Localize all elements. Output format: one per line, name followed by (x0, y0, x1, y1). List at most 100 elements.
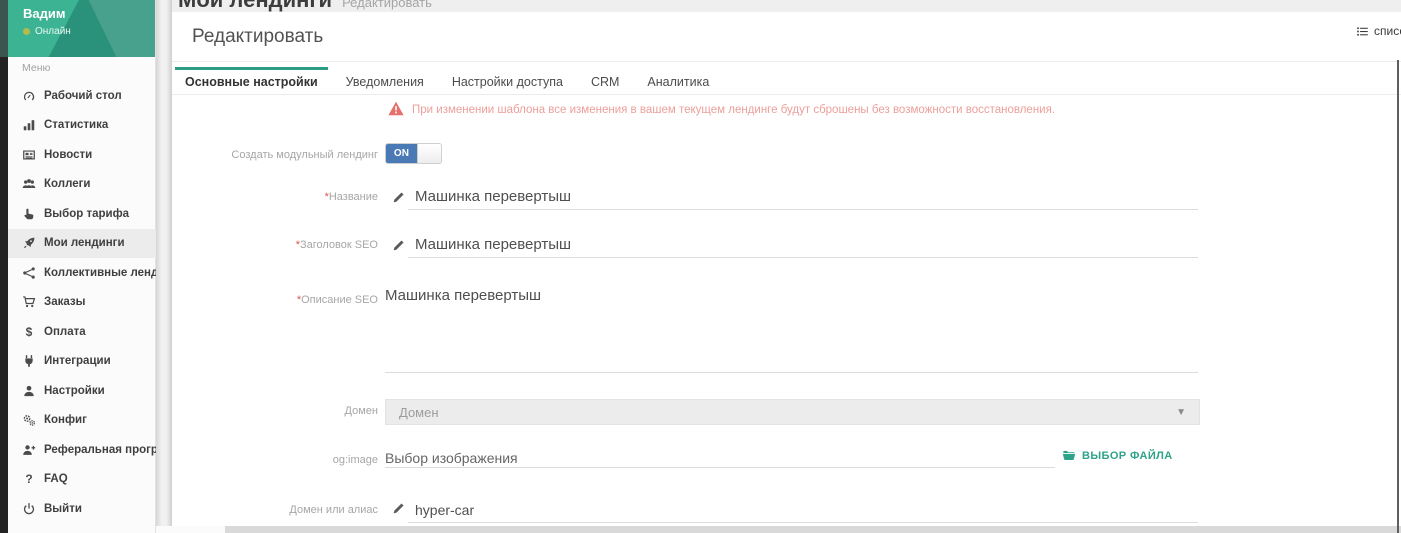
warning-message: При изменении шаблона все изменения в ва… (412, 104, 1055, 116)
domain-alias-input[interactable] (408, 497, 1198, 523)
sidebar-item-label: Конфиг (44, 414, 87, 426)
chevron-down-icon: ▼ (1176, 407, 1186, 418)
sidebar-item-3[interactable]: Новости (8, 140, 156, 170)
horizontal-scrollbar-thumb[interactable] (225, 526, 1401, 533)
tab-1[interactable]: Основные настройки (175, 67, 328, 94)
sidebar-item-6[interactable]: Мои лендинги (8, 229, 156, 259)
vertical-scrollbar[interactable] (1397, 60, 1399, 533)
sidebar-item-label: Заказы (44, 296, 85, 308)
folder-icon (1062, 449, 1076, 462)
user-plus-icon (22, 443, 36, 457)
dashboard-icon (22, 89, 36, 103)
list-icon (1356, 25, 1369, 38)
warning-triangle-icon (388, 101, 404, 116)
field-label-domain: Домен (158, 405, 378, 417)
page-subtitle: Редактировать (342, 0, 432, 10)
field-label-name: *Название (158, 191, 378, 203)
question-icon: ? (22, 472, 36, 486)
hand-pointer-icon (22, 207, 36, 221)
page-title: Мои лендинги (178, 0, 332, 12)
choose-file-button[interactable]: ВЫБОР ФАЙЛА (1062, 449, 1173, 462)
sidebar-item-1[interactable]: Рабочий стол (8, 81, 156, 111)
pencil-icon (392, 191, 405, 204)
sidebar-item-11[interactable]: Настройки (8, 376, 156, 406)
field-label-og-image: og:image (158, 454, 378, 466)
pencil-icon (392, 239, 405, 252)
online-status-dot-icon (23, 28, 30, 35)
users-icon (22, 177, 36, 191)
sidebar-item-10[interactable]: Интеграции (8, 347, 156, 377)
choose-file-button-label: ВЫБОР ФАЙЛА (1082, 450, 1173, 462)
sidebar-item-label: Мои лендинги (44, 237, 125, 249)
field-label-modular: Создать модульный лендинг (158, 149, 378, 161)
user-name: Вадим (23, 6, 65, 21)
plug-icon (22, 354, 36, 368)
sidebar-item-label: Оплата (44, 326, 86, 338)
tab-2[interactable]: Уведомления (336, 67, 434, 94)
user-status: Онлайн (23, 26, 71, 37)
tab-label: Основные настройки (185, 75, 318, 89)
seo-description-textarea[interactable]: Машинка перевертыш (385, 287, 1198, 373)
window-left-edge (0, 0, 8, 533)
list-view-button[interactable]: список (1356, 24, 1401, 38)
tab-bar: Основные настройки Уведомления Настройки… (172, 62, 1401, 95)
cart-icon (22, 295, 36, 309)
user-panel: Вадим Онлайн (8, 0, 155, 57)
tab-label: CRM (591, 75, 619, 89)
menu-section-label: Меню (22, 62, 50, 74)
toggle-on-segment: ON (386, 144, 417, 163)
news-icon (22, 148, 36, 162)
dollar-icon: $ (22, 325, 36, 339)
window-left-edge-top (0, 0, 8, 57)
app-root: Вадим Онлайн Меню Рабочий стол Статистик… (0, 0, 1401, 533)
list-view-button-label: список (1374, 24, 1401, 38)
og-image-underline (385, 467, 1055, 468)
sidebar-item-label: Новости (44, 149, 92, 161)
share-icon (22, 266, 36, 280)
horizontal-scrollbar[interactable] (156, 526, 1401, 533)
modular-landing-toggle[interactable]: ON (385, 143, 442, 164)
domain-select-value: Домен (399, 405, 439, 420)
toggle-knob (417, 144, 441, 163)
sidebar-item-label: Выбор тарифа (44, 208, 129, 220)
page-header-strip: Мои лендинги Редактировать (172, 0, 1401, 12)
sidebar-item-label: FAQ (44, 473, 68, 485)
sidebar-item-14[interactable]: ? FAQ (8, 465, 156, 495)
sidebar-item-4[interactable]: Коллеги (8, 170, 156, 200)
name-input[interactable] (408, 184, 1198, 210)
sidebar-item-8[interactable]: Заказы (8, 288, 156, 318)
sidebar-item-2[interactable]: Статистика (8, 111, 156, 141)
user-icon (22, 384, 36, 398)
sidebar: Вадим Онлайн Меню Рабочий стол Статистик… (8, 0, 156, 533)
sidebar-item-label: Настройки (44, 385, 105, 397)
sidebar-item-13[interactable]: Реферальная программа (8, 435, 156, 465)
rocket-icon (22, 236, 36, 250)
field-label-seo-title: *Заголовок SEO (158, 239, 378, 251)
field-label-domain-alias: Домен или алиас (158, 504, 378, 516)
sidebar-menu: Рабочий стол Статистика Новости Коллеги … (8, 81, 156, 524)
tab-3[interactable]: Настройки доступа (442, 67, 573, 94)
page-header: Мои лендинги Редактировать (178, 0, 432, 12)
sidebar-item-label: Интеграции (44, 355, 111, 367)
sidebar-item-5[interactable]: Выбор тарифа (8, 199, 156, 229)
tab-label: Настройки доступа (452, 75, 563, 89)
domain-select[interactable]: Домен ▼ (385, 399, 1200, 425)
stats-icon (22, 118, 36, 132)
pencil-icon (392, 502, 405, 515)
gears-icon (22, 413, 36, 427)
sidebar-item-15[interactable]: Выйти (8, 494, 156, 524)
tab-4[interactable]: CRM (581, 67, 629, 94)
sidebar-item-9[interactable]: $ Оплата (8, 317, 156, 347)
tab-5[interactable]: Аналитика (637, 67, 719, 94)
sidebar-item-7[interactable]: Коллективные лендинги (8, 258, 156, 288)
seo-title-input[interactable] (408, 232, 1198, 258)
power-icon (22, 502, 36, 516)
user-status-label: Онлайн (35, 26, 71, 37)
sidebar-item-label: Рабочий стол (44, 90, 122, 102)
sidebar-item-label: Статистика (44, 119, 108, 131)
og-image-value[interactable]: Выбор изображения (385, 450, 518, 466)
sidebar-item-label: Коллеги (44, 178, 90, 190)
card-title: Редактировать (192, 26, 323, 48)
sidebar-item-12[interactable]: Конфиг (8, 406, 156, 436)
sidebar-item-label: Выйти (44, 503, 82, 515)
